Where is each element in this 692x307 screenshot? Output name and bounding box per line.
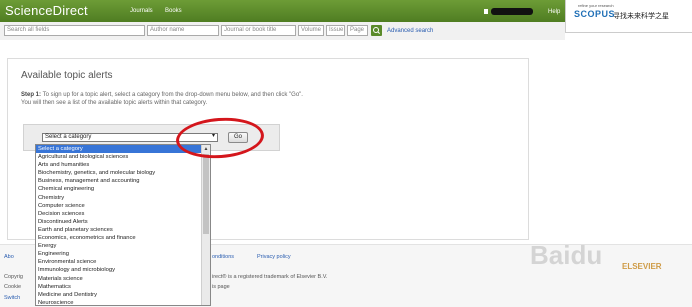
author-name-input[interactable]: Author name [147, 25, 219, 36]
volume-input[interactable]: Volume [298, 25, 324, 36]
dropdown-scrollbar[interactable]: ▲ [201, 145, 210, 305]
dropdown-option[interactable]: Agricultural and biological sciences [36, 153, 202, 161]
scroll-thumb[interactable] [203, 154, 209, 234]
dropdown-option[interactable]: Discontinued Alerts [36, 218, 202, 226]
nav-books[interactable]: Books [165, 8, 182, 14]
page-input[interactable]: Page [347, 25, 368, 36]
step-label: Step 1: [21, 92, 42, 98]
dropdown-option[interactable]: Earth and planetary sciences [36, 226, 202, 234]
footer-page-text: is page [212, 284, 230, 290]
redacted-username [491, 8, 533, 15]
dropdown-option[interactable]: Business, management and accounting [36, 177, 202, 185]
dropdown-option[interactable]: Materials science [36, 275, 202, 283]
promo-chinese-text: 寻找未来科学之星 [613, 13, 669, 20]
help-link[interactable]: Help [548, 9, 560, 15]
user-account[interactable] [484, 8, 533, 15]
dropdown-option[interactable]: Neuroscience [36, 299, 202, 305]
dropdown-option[interactable]: Decision sciences [36, 210, 202, 218]
search-all-fields-input[interactable]: Search all fields [4, 25, 145, 36]
category-select-value: Select a category [45, 134, 92, 140]
footer-cookies: Cookie [4, 284, 22, 290]
promo-tagline: refine your research [578, 3, 614, 8]
dropdown-option[interactable]: Computer science [36, 202, 202, 210]
footer-switch-link[interactable]: Switch [4, 295, 20, 301]
footer-privacy-link[interactable]: Privacy policy [257, 254, 291, 260]
step-line-2: You will then see a list of the availabl… [21, 100, 208, 106]
issue-input[interactable]: Issue [326, 25, 345, 36]
brand-logo[interactable]: ScienceDirect [5, 3, 88, 18]
footer-trademark: irect® is a registered trademark of Else… [212, 274, 328, 280]
dropdown-option[interactable]: Medicine and Dentistry [36, 291, 202, 299]
scopus-promo[interactable]: refine your research SCOPUS 寻找未来科学之星 [565, 0, 692, 33]
advanced-search-link[interactable]: Advanced search [387, 28, 433, 34]
scopus-logo: SCOPUS [574, 9, 616, 19]
dropdown-option[interactable]: Chemical engineering [36, 185, 202, 193]
footer-terms-link[interactable]: onditions [212, 254, 234, 260]
step-instructions: Step 1: To sign up for a topic alert, se… [21, 91, 351, 107]
step-line-1: To sign up for a topic alert, select a c… [41, 92, 303, 98]
dropdown-option[interactable]: Energy [36, 242, 202, 250]
page-title: Available topic alerts [21, 70, 113, 81]
quick-search-bar: Search all fields Author name Journal or… [0, 22, 565, 40]
dropdown-option[interactable]: Mathematics [36, 283, 202, 291]
dropdown-option[interactable]: Immunology and microbiology [36, 266, 202, 274]
dropdown-options: Select a category Agricultural and biolog… [36, 145, 202, 305]
dropdown-option[interactable]: Environmental science [36, 258, 202, 266]
footer-about-link[interactable]: Abo [4, 254, 14, 260]
user-icon [484, 9, 488, 14]
dropdown-option[interactable]: Engineering [36, 250, 202, 258]
dropdown-option[interactable]: Arts and humanities [36, 161, 202, 169]
dropdown-option[interactable]: Chemistry [36, 194, 202, 202]
footer-copyright: Copyrig [4, 274, 23, 280]
category-dropdown-list[interactable]: Select a category Agricultural and biolog… [35, 144, 211, 306]
baidu-watermark: Baidu [530, 240, 603, 270]
search-icon[interactable] [371, 25, 382, 36]
nav-journals[interactable]: Journals [130, 8, 153, 14]
dropdown-option[interactable]: Economics, econometrics and finance [36, 234, 202, 242]
journal-title-input[interactable]: Journal or book title [221, 25, 296, 36]
elsevier-logo-text: ELSEVIER [622, 262, 662, 271]
dropdown-option[interactable]: Biochemistry, genetics, and molecular bi… [36, 169, 202, 177]
